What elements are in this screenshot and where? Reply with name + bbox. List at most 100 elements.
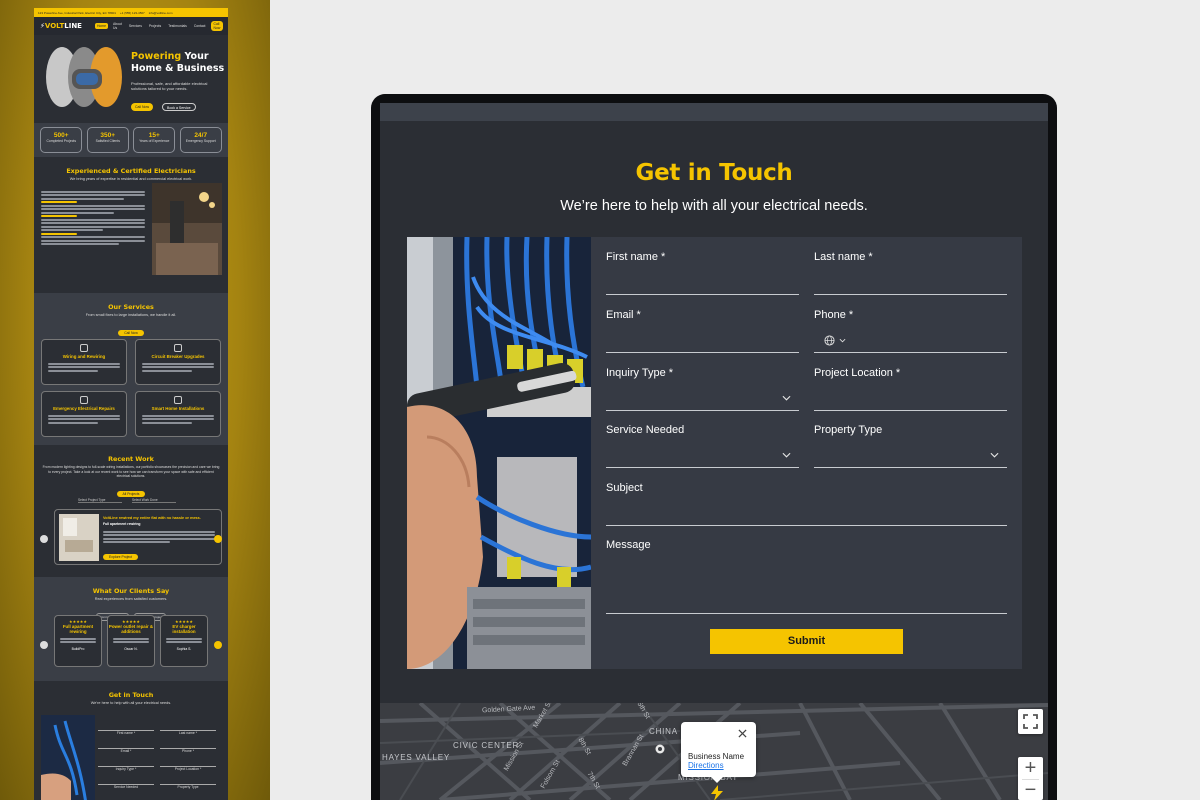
mini-nav-home[interactable]: Home [94, 23, 109, 29]
popup-directions-link[interactable]: Directions [688, 761, 724, 770]
mini-all-projects-button[interactable]: All Projects [116, 490, 146, 497]
mini-reviews: What Our Clients Say Real experiences fr… [34, 577, 228, 681]
mini-project-card[interactable]: VoltLine rewired my entire flat with no … [54, 509, 222, 565]
phone-input[interactable] [814, 331, 1007, 353]
electrical-panel-photo [407, 237, 591, 669]
mini-work-title: Recent Work [108, 455, 154, 463]
mini-about-title: Experienced & Certified Electricians [66, 167, 196, 175]
last-name-label: Last name * [814, 251, 873, 263]
globe-icon[interactable] [824, 335, 835, 346]
mini-logo: ⚡VOLTLINE [40, 22, 82, 30]
map-embed[interactable]: HAYES VALLEY CIVIC CENTER CHINA B MISSIO… [380, 703, 1048, 800]
mini-prev-arrow[interactable] [40, 535, 48, 543]
review-card: ★★★★★ Full apartment rewiring BuildPro [54, 615, 102, 667]
helmets-image [46, 47, 122, 107]
zoom-out-button[interactable]: − [1018, 780, 1043, 800]
inquiry-type-select[interactable] [606, 389, 799, 411]
mini-project-location[interactable]: Project Location * [160, 757, 216, 771]
mini-about-subtitle: We bring years of expertise in residenti… [69, 177, 193, 181]
mini-stat: 15+ Years of Experience [133, 127, 176, 153]
mini-explore-button[interactable]: Explore Project [103, 554, 138, 560]
mini-recent-work: Recent Work From modern lighting designs… [34, 445, 228, 577]
mini-navbar: ⚡VOLTLINE Home About Us Services Project… [34, 17, 228, 35]
mini-reviews-title: What Our Clients Say [92, 587, 170, 595]
mini-project-type-select[interactable]: Select Project Type [78, 498, 122, 503]
smart-home-icon [174, 396, 182, 404]
mini-hero-title: Powering Your Home & Business [131, 51, 225, 74]
close-icon[interactable] [738, 729, 747, 738]
mini-reviews-prev[interactable] [40, 641, 48, 649]
fullscreen-button[interactable] [1018, 709, 1043, 734]
mini-service-needed[interactable]: Service Needed [98, 775, 154, 789]
mini-nav-testimonials[interactable]: Testimonials [166, 23, 189, 29]
apartment-photo [59, 514, 99, 561]
service-card[interactable]: Emergency Electrical Repairs [41, 391, 127, 437]
country-chevron-down-icon[interactable] [839, 338, 846, 343]
mini-services-subtitle: From small fixes to large installations,… [85, 313, 177, 317]
mini-contact-subtitle: We're here to help with all your electri… [90, 701, 172, 705]
chevron-down-icon [782, 452, 791, 458]
property-type-label: Property Type [814, 424, 883, 436]
property-type-select[interactable] [814, 446, 1007, 468]
popup-business-name: Business Name [688, 752, 745, 761]
mini-contact-photo [41, 715, 95, 800]
camera-poi-icon[interactable] [655, 744, 665, 754]
inquiry-type-label: Inquiry Type * [606, 367, 674, 379]
contact-form: First name * Last name * Email * Phone *… [591, 237, 1022, 669]
service-card[interactable]: Circuit Breaker Upgrades [135, 339, 221, 385]
mini-call-button[interactable]: Call Now [210, 21, 224, 31]
electrician-photo [152, 183, 222, 275]
mini-property-type[interactable]: Property Type [160, 775, 216, 789]
mini-about: Experienced & Certified Electricians We … [34, 157, 228, 293]
project-location-input[interactable] [814, 389, 1007, 411]
first-name-label: First name * [606, 251, 666, 263]
mini-site-preview: 123 Powerline Ave, Industrial Park, Elec… [34, 8, 228, 800]
mini-contact: Get in Touch We're here to help with all… [34, 681, 228, 800]
mini-nav-services[interactable]: Services [127, 23, 144, 29]
mini-services-title: Our Services [108, 303, 154, 311]
email-label: Email * [606, 309, 641, 321]
submit-button[interactable]: Submit [710, 629, 903, 654]
mini-inquiry-type[interactable]: Inquiry Type * [98, 757, 154, 771]
mini-hero-book-button[interactable]: Book a Service [162, 103, 196, 111]
mini-nav-about[interactable]: About Us [111, 21, 124, 31]
project-location-label: Project Location * [814, 367, 901, 379]
mini-about-text [41, 189, 145, 247]
service-card[interactable]: Smart Home Installations [135, 391, 221, 437]
mini-phone[interactable]: Phone * [160, 739, 216, 753]
map-info-popup: Business Name Directions [681, 722, 756, 783]
mini-reviews-next[interactable] [214, 641, 222, 649]
mini-nav-projects[interactable]: Projects [147, 23, 163, 29]
email-input[interactable] [606, 331, 799, 353]
repair-icon [80, 396, 88, 404]
service-needed-label: Service Needed [606, 424, 685, 436]
mini-nav-contact[interactable]: Contact [192, 23, 208, 29]
service-needed-select[interactable] [606, 446, 799, 468]
wiring-icon [80, 344, 88, 352]
mini-email: info@voltline.com [148, 10, 173, 15]
mini-contact-title: Get in Touch [108, 691, 154, 699]
mini-services-call-button[interactable]: Call Now [118, 330, 144, 336]
mini-subject[interactable]: Subject [98, 793, 216, 800]
mini-next-arrow[interactable] [214, 535, 222, 543]
first-name-input[interactable] [606, 273, 799, 295]
mini-reviews-subtitle: Real experiences from satisfied customer… [94, 597, 168, 601]
last-name-input[interactable] [814, 273, 1007, 295]
fullscreen-icon [1023, 714, 1038, 729]
mini-stats: 500+ Completed Projects 350+ Satisfied Cli… [34, 123, 228, 157]
message-textarea[interactable] [606, 557, 1007, 614]
mini-topbar: 123 Powerline Ave, Industrial Park, Elec… [34, 8, 228, 17]
page-title: Get in Touch [635, 160, 793, 186]
mini-stat: 24/7 Emergency Support [179, 127, 222, 153]
mini-work-subtitle: From modern lighting designs to full-sca… [42, 465, 220, 479]
zoom-in-button[interactable]: + [1018, 757, 1043, 779]
mini-first-name[interactable]: First name * [98, 721, 154, 735]
map-area-label: HAYES VALLEY [382, 753, 450, 762]
mini-hero-call-button[interactable]: Call Now [131, 103, 154, 111]
service-card[interactable]: Wiring and Rewiring [41, 339, 127, 385]
lightning-marker-icon[interactable] [710, 785, 724, 800]
mini-email[interactable]: Email * [98, 739, 154, 753]
subject-input[interactable] [606, 504, 1007, 526]
mini-work-done-select[interactable]: Select Work Done [132, 498, 176, 503]
mini-last-name[interactable]: Last name * [160, 721, 216, 735]
